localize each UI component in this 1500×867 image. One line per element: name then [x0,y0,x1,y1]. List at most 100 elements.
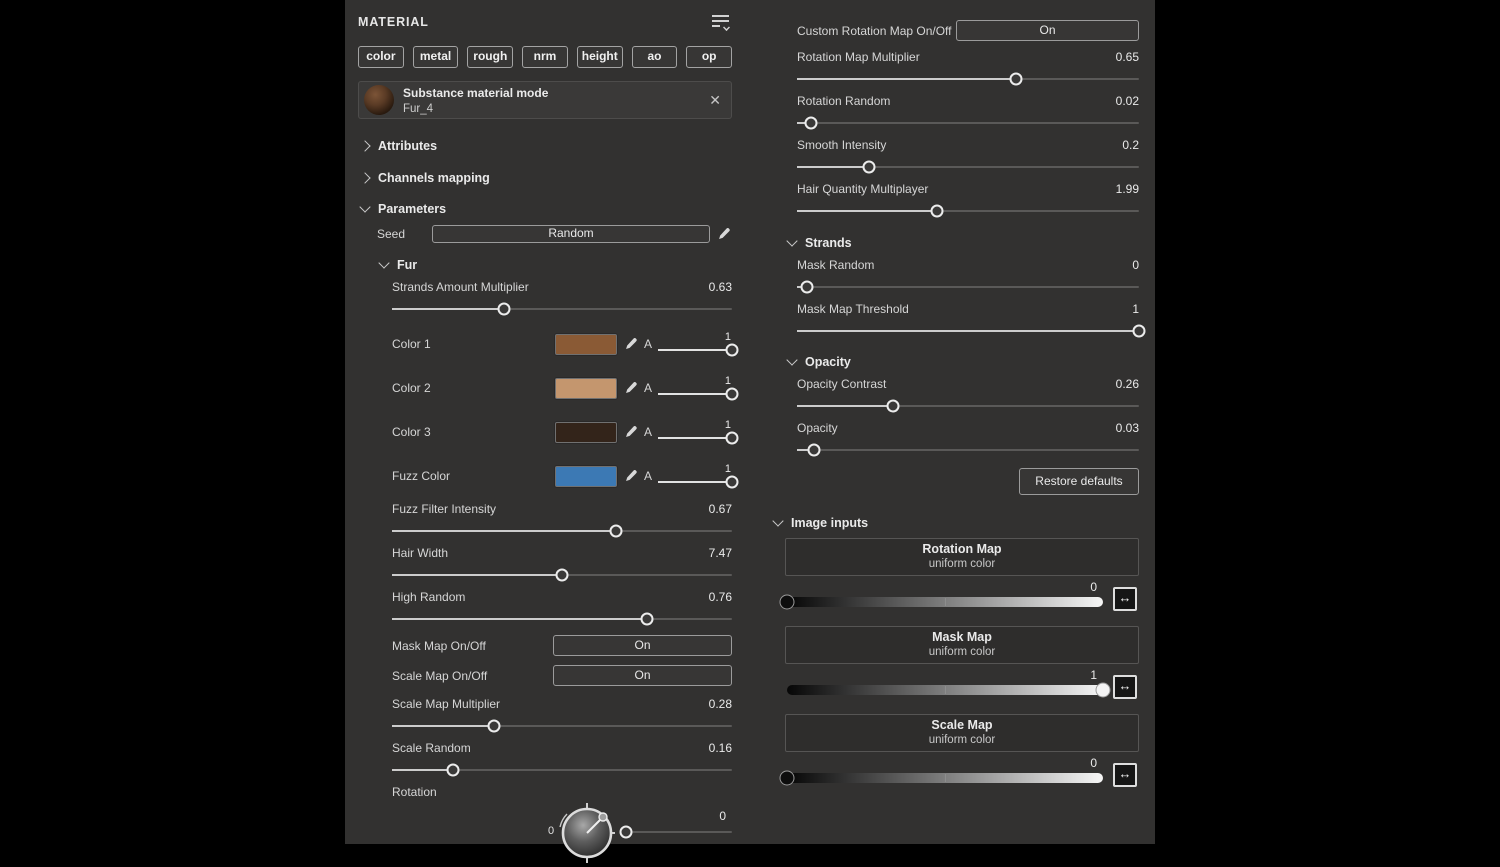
scale-map-input[interactable]: Scale Map uniform color [785,714,1139,752]
uniform-value[interactable]: 0 [1090,756,1097,770]
opacity-slider[interactable] [797,443,1139,457]
mask-map-threshold-slider[interactable] [797,324,1139,338]
eyedropper-icon[interactable] [624,469,639,484]
section-attributes[interactable]: Attributes [358,139,732,153]
param-value[interactable]: 0.63 [709,280,732,294]
section-opacity[interactable]: Opacity [785,355,1139,369]
channel-button-ao[interactable]: ao [632,46,678,68]
param-value[interactable]: 0.65 [1116,50,1139,64]
pencil-icon[interactable] [717,227,732,242]
param-value[interactable]: 0.02 [1116,94,1139,108]
smooth-intensity-slider[interactable] [797,160,1139,174]
slider-thumb[interactable] [862,161,875,174]
slider-thumb[interactable] [620,826,633,839]
mask-map-toggle-button[interactable]: On [553,635,732,656]
param-value[interactable]: 0.2 [1122,138,1139,152]
param-value[interactable]: 0.67 [709,502,732,516]
eyedropper-icon[interactable] [624,337,639,352]
channel-button-rough[interactable]: rough [467,46,513,68]
param-value[interactable]: 1 [1132,302,1139,316]
strands-amount-slider[interactable] [392,302,732,316]
slider-thumb[interactable] [780,595,795,610]
rotation-map-multiplier-slider[interactable] [797,72,1139,86]
channel-button-color[interactable]: color [358,46,404,68]
param-value[interactable]: 0.76 [709,590,732,604]
section-fur[interactable]: Fur [358,258,732,272]
uniform-value[interactable]: 1 [1090,668,1097,682]
color-swatch[interactable] [555,378,617,399]
rotation-random-slider[interactable] [797,116,1139,130]
slider-thumb[interactable] [726,388,739,401]
section-channels-mapping[interactable]: Channels mapping [358,171,732,185]
slider-thumb[interactable] [780,771,795,786]
swap-icon[interactable]: ↔ [1113,763,1137,787]
slider-thumb[interactable] [886,400,899,413]
mask-map-input[interactable]: Mask Map uniform color [785,626,1139,664]
slider-thumb[interactable] [1009,73,1022,86]
alpha-value[interactable]: 1 [658,331,732,343]
uniform-value[interactable]: 0 [1090,580,1097,594]
color-swatch[interactable] [555,466,617,487]
alpha-slider[interactable] [658,343,732,357]
hair-width-slider[interactable] [392,568,732,582]
hair-quantity-slider[interactable] [797,204,1139,218]
eyedropper-icon[interactable] [624,381,639,396]
rotation-dial[interactable] [557,801,617,865]
param-value[interactable]: 0.03 [1116,421,1139,435]
rotation-map-input[interactable]: Rotation Map uniform color [785,538,1139,576]
alpha-value[interactable]: 1 [658,419,732,431]
scale-map-multiplier-slider[interactable] [392,719,732,733]
scale-random-slider[interactable] [392,763,732,777]
slider-thumb[interactable] [1096,683,1111,698]
channel-button-height[interactable]: height [577,46,623,68]
fuzz-filter-slider[interactable] [392,524,732,538]
param-value[interactable]: 7.47 [709,546,732,560]
slider-thumb[interactable] [488,720,501,733]
restore-defaults-button[interactable]: Restore defaults [1019,468,1139,495]
opacity-contrast-slider[interactable] [797,399,1139,413]
slider-thumb[interactable] [726,344,739,357]
param-value[interactable]: 0.26 [1116,377,1139,391]
alpha-value[interactable]: 1 [658,375,732,387]
param-value[interactable]: 0.16 [709,741,732,755]
scale-map-toggle-button[interactable]: On [553,665,732,686]
seed-random-button[interactable]: Random [432,225,710,243]
eyedropper-icon[interactable] [624,425,639,440]
uniform-color-slider[interactable] [787,597,1103,607]
section-parameters[interactable]: Parameters [358,202,732,216]
color-swatch[interactable] [555,422,617,443]
high-random-slider[interactable] [392,612,732,626]
section-strands[interactable]: Strands [785,236,1139,250]
channel-button-metal[interactable]: metal [413,46,459,68]
channel-button-op[interactable]: op [686,46,732,68]
material-card[interactable]: Substance material mode Fur_4 ✕ [358,81,732,119]
channel-button-nrm[interactable]: nrm [522,46,568,68]
color-swatch[interactable] [555,334,617,355]
slider-thumb[interactable] [498,303,511,316]
alpha-slider[interactable] [658,431,732,445]
param-value[interactable]: 1.99 [1116,182,1139,196]
param-value[interactable]: 0 [1132,258,1139,272]
custom-rotation-map-toggle-button[interactable]: On [956,20,1139,41]
close-icon[interactable]: ✕ [709,93,721,107]
slider-thumb[interactable] [447,764,460,777]
alpha-value[interactable]: 1 [658,463,732,475]
slider-thumb[interactable] [556,569,569,582]
param-value[interactable]: 0.28 [709,697,732,711]
rotation-value[interactable]: 0 [719,809,726,823]
mask-random-slider[interactable] [797,280,1139,294]
swap-icon[interactable]: ↔ [1113,587,1137,611]
slider-thumb[interactable] [1133,325,1146,338]
panel-menu-icon[interactable] [710,15,732,30]
slider-thumb[interactable] [726,432,739,445]
slider-thumb[interactable] [801,281,814,294]
swap-icon[interactable]: ↔ [1113,675,1137,699]
slider-thumb[interactable] [610,525,623,538]
section-image-inputs[interactable]: Image inputs [771,516,1139,530]
slider-thumb[interactable] [641,613,654,626]
slider-thumb[interactable] [808,444,821,457]
uniform-color-slider[interactable] [787,685,1103,695]
alpha-slider[interactable] [658,475,732,489]
slider-thumb[interactable] [931,205,944,218]
slider-thumb[interactable] [726,476,739,489]
